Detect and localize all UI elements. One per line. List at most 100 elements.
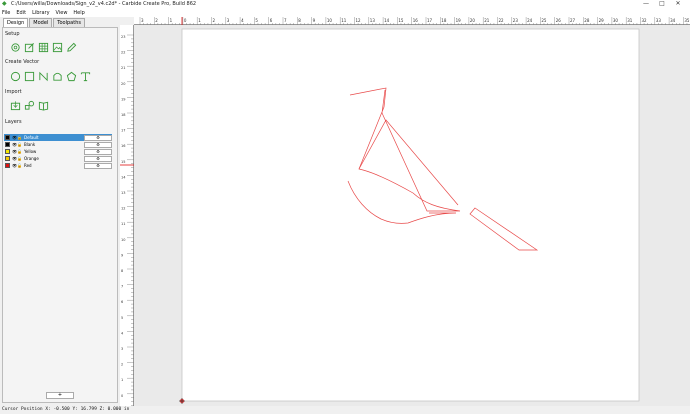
eye-icon[interactable]: 👁 [12, 142, 17, 147]
ruler-label: 15 [398, 18, 404, 23]
import-icon [10, 100, 20, 110]
ruler-label: 0 [184, 18, 187, 23]
import-book-button[interactable] [37, 99, 49, 111]
lock-icon[interactable]: 🔓 [17, 156, 22, 161]
eye-icon[interactable]: 👁 [12, 135, 17, 140]
canvas-svg [179, 28, 640, 404]
ruler-label: 26 [556, 18, 562, 23]
section-setup: Setup [5, 31, 20, 37]
layer-list: 👁 🔓 Default ⚙ 👁 🔓 Blank ⚙ 👁 🔓 Yellow ⚙ 👁 🔓 Orange ⚙ 👁 🔓 Re… [4, 134, 112, 169]
ruler-label: 32 [642, 18, 648, 23]
layer-settings-gear-icon[interactable]: ⚙ [84, 134, 112, 141]
polygon-tool[interactable] [65, 70, 77, 82]
create-vector-tools [9, 70, 93, 82]
ruler-label: 11 [341, 18, 347, 23]
ruler-label: 34 [670, 18, 676, 23]
ruler-label: 9 [121, 253, 123, 257]
import-model-button[interactable] [23, 99, 35, 111]
layer-row[interactable]: 👁 🔓 Default ⚙ [4, 134, 112, 141]
tab-toolpaths[interactable]: Toolpaths [53, 18, 85, 27]
layer-settings-gear-icon[interactable]: ⚙ [84, 148, 112, 155]
pencil-button[interactable] [65, 41, 77, 53]
ruler-label: 21 [121, 66, 125, 70]
ruler-label: 4 [241, 18, 244, 23]
design-workspace[interactable] [134, 25, 690, 406]
layer-color-swatch[interactable] [5, 142, 10, 147]
lock-icon[interactable]: 🔓 [17, 135, 22, 140]
menu-help[interactable]: Help [73, 10, 84, 16]
ruler-vertical: 23 22 21 20 19 18 17 16 15 14 13 12 11 10 9 8 7 6 5 4 3 2 1 0 [120, 25, 134, 406]
layer-color-swatch[interactable] [5, 135, 10, 140]
ruler-label: 11 [121, 222, 125, 226]
ruler-label: 8 [298, 18, 301, 23]
ruler-label: 2 [155, 18, 158, 23]
gear-icon [10, 42, 20, 52]
ruler-label: 22 [499, 18, 505, 23]
layer-color-swatch[interactable] [5, 163, 10, 168]
ruler-label: 16 [121, 144, 125, 148]
menu-view[interactable]: View [56, 10, 68, 16]
ruler-label: 7 [284, 18, 287, 23]
ruler-label: 25 [541, 18, 547, 23]
maximize-button[interactable]: □ [654, 0, 670, 8]
layer-settings-gear-icon[interactable]: ⚙ [84, 162, 112, 169]
image-button[interactable] [51, 41, 63, 53]
ruler-horizontal: 3 2 1 0 1 2 3 4 5 6 7 8 9 10 11 12 13 14 15 16 17 18 19 20 21 22 2… [134, 17, 690, 25]
ruler-label: 19 [121, 97, 125, 101]
job-setup-button[interactable] [9, 41, 21, 53]
ruler-label: 33 [656, 18, 662, 23]
add-layer-button[interactable]: + [46, 392, 74, 399]
layer-row[interactable]: 👁 🔓 Blank ⚙ [4, 141, 112, 148]
layer-row[interactable]: 👁 🔓 Red ⚙ [4, 162, 112, 169]
layer-color-swatch[interactable] [5, 149, 10, 154]
layer-name: Blank [24, 142, 36, 147]
minimize-button[interactable]: — [638, 0, 654, 8]
polyline-tool[interactable] [37, 70, 49, 82]
layer-settings-gear-icon[interactable]: ⚙ [84, 141, 112, 148]
eye-icon[interactable]: 👁 [12, 149, 17, 154]
ruler-label: 15 [121, 160, 125, 164]
circle-icon [10, 71, 20, 81]
edit-setup-button[interactable] [23, 41, 35, 53]
layer-settings-gear-icon[interactable]: ⚙ [84, 155, 112, 162]
ruler-label: 1 [198, 18, 201, 23]
canvas-area: 3 2 1 0 1 2 3 4 5 6 7 8 9 10 11 12 13 14 15 16 17 18 19 20 21 22 2… [120, 17, 690, 406]
book-icon [38, 101, 48, 111]
ruler-label: 17 [427, 18, 433, 23]
text-tool[interactable] [79, 70, 91, 82]
eye-icon[interactable]: 👁 [12, 156, 17, 161]
close-button[interactable]: ✕ [670, 0, 686, 8]
menu-edit[interactable]: Edit [16, 10, 26, 16]
layer-row[interactable]: 👁 🔓 Yellow ⚙ [4, 148, 112, 155]
ruler-label: 16 [413, 18, 419, 23]
eye-icon[interactable]: 👁 [12, 163, 17, 168]
lock-icon[interactable]: 🔓 [17, 163, 22, 168]
ruler-horizontal-ticks: 3 2 1 0 1 2 3 4 5 6 7 8 9 10 11 12 13 14 15 16 17 18 19 20 21 22 2… [139, 17, 690, 25]
ruler-label: 22 [121, 51, 125, 55]
layer-name: Red [24, 163, 32, 168]
tab-bar: Design Model Toolpaths [3, 18, 86, 27]
tab-model[interactable]: Model [29, 18, 53, 27]
import-vector-button[interactable] [9, 99, 21, 111]
curve-tool[interactable] [51, 70, 63, 82]
lock-icon[interactable]: 🔓 [17, 149, 22, 154]
tab-design[interactable]: Design [3, 18, 29, 27]
ruler-label: 12 [121, 207, 125, 211]
layer-row[interactable]: 👁 🔓 Orange ⚙ [4, 155, 112, 162]
menu-file[interactable]: File [2, 10, 10, 16]
lock-icon[interactable]: 🔓 [17, 142, 22, 147]
layer-color-swatch[interactable] [5, 156, 10, 161]
ruler-label: 30 [613, 18, 619, 23]
polygon-icon [66, 71, 76, 81]
ruler-label: 9 [313, 18, 316, 23]
grid-button[interactable] [37, 41, 49, 53]
ruler-label: 21 [484, 18, 490, 23]
ruler-label: 5 [255, 18, 258, 23]
app-icon: ◆ [2, 0, 7, 7]
menu-library[interactable]: Library [32, 10, 49, 16]
ruler-label: 23 [513, 18, 519, 23]
circle-tool[interactable] [9, 70, 21, 82]
grid-icon [38, 42, 48, 52]
setup-tools [9, 41, 79, 53]
rectangle-tool[interactable] [23, 70, 35, 82]
